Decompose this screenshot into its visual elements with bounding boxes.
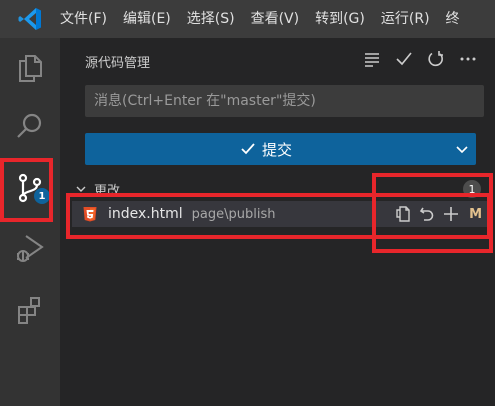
- menu-selection[interactable]: 选择(S): [179, 0, 243, 38]
- refresh-icon[interactable]: [423, 46, 449, 72]
- run-debug-icon: [17, 235, 44, 262]
- menu-file[interactable]: 文件(F): [60, 0, 115, 38]
- vscode-logo-icon: [0, 0, 60, 38]
- list-icon[interactable]: [359, 46, 385, 72]
- file-path: page\publish: [191, 206, 276, 222]
- menu-go[interactable]: 转到(G): [307, 0, 373, 38]
- active-indicator: [0, 162, 3, 214]
- menu-terminal[interactable]: 终: [438, 0, 468, 38]
- source-control-view: 源代码管理 提交 更改 1 index.html page\p: [60, 38, 495, 406]
- discard-icon[interactable]: [417, 204, 437, 224]
- extensions-icon: [18, 297, 40, 324]
- activity-source-control[interactable]: 1: [0, 162, 60, 214]
- stage-icon[interactable]: [441, 204, 461, 224]
- file-row-actions: M: [393, 201, 482, 227]
- check-icon[interactable]: [391, 46, 417, 72]
- activity-explorer[interactable]: [0, 42, 60, 94]
- changed-file-row[interactable]: index.html page\publish M: [72, 201, 490, 227]
- activity-bar: 1: [0, 38, 60, 406]
- changes-section-header[interactable]: 更改: [74, 178, 484, 200]
- chevron-down-icon: [455, 146, 468, 154]
- activity-search[interactable]: [0, 100, 60, 152]
- menu-edit[interactable]: 编辑(E): [115, 0, 179, 38]
- view-actions: [359, 46, 481, 72]
- activity-extensions[interactable]: [0, 284, 60, 336]
- changes-section-title: 更改: [94, 183, 121, 199]
- commit-button[interactable]: 提交: [85, 133, 447, 165]
- activity-run-debug[interactable]: [0, 222, 60, 274]
- menu-view[interactable]: 查看(V): [243, 0, 308, 38]
- more-icon[interactable]: [455, 46, 481, 72]
- open-file-icon[interactable]: [393, 204, 413, 224]
- scm-badge: 1: [34, 188, 50, 204]
- menu-run[interactable]: 运行(R): [373, 0, 438, 38]
- html5-file-icon: [83, 207, 97, 222]
- commit-button-label: 提交: [261, 140, 292, 159]
- commit-dropdown-button[interactable]: [447, 133, 476, 165]
- file-name: index.html: [108, 206, 183, 222]
- changes-count-badge: 1: [463, 180, 481, 198]
- commit-message-input[interactable]: [85, 85, 484, 117]
- modified-status: M: [469, 206, 482, 222]
- chevron-down-icon: [76, 186, 86, 192]
- search-icon: [17, 113, 42, 138]
- check-icon: [241, 143, 255, 155]
- view-title: 源代码管理: [85, 56, 151, 71]
- files-icon: [19, 55, 42, 82]
- menu-bar: 文件(F) 编辑(E) 选择(S) 查看(V) 转到(G) 运行(R) 终: [0, 0, 495, 38]
